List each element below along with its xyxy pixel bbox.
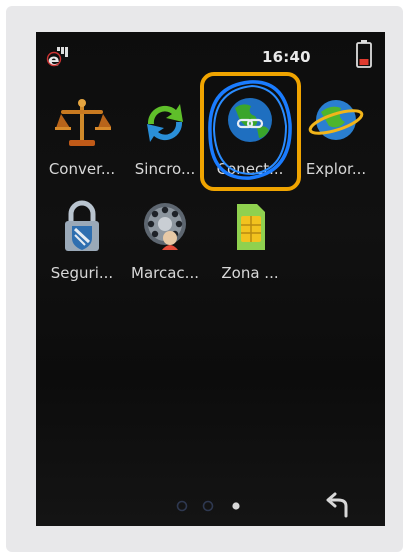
app-seguridad[interactable]: Seguri... (44, 198, 120, 298)
app-label: Sincro... (134, 160, 196, 178)
sync-arrows-icon (136, 94, 194, 152)
app-label: Marcac... (131, 264, 199, 282)
padlock-shield-icon (53, 198, 111, 256)
app-conversor[interactable]: Conver... (44, 94, 120, 194)
app-label: Zona ... (221, 264, 279, 282)
battery-low-icon (356, 40, 372, 68)
phone-screen: e 16:40 Conver... Sincro... Conect... Ex… (36, 32, 385, 526)
rotary-dial-icon (136, 198, 194, 256)
app-label: Seguri... (50, 264, 114, 282)
sim-card-icon (221, 198, 279, 256)
status-time: 16:40 (262, 48, 311, 66)
globe-orbit-icon (307, 94, 365, 152)
app-zona-sim[interactable]: Zona ... (212, 198, 288, 298)
app-sincronizar[interactable]: Sincro... (127, 94, 203, 194)
app-explorador[interactable]: Explor... (298, 94, 374, 194)
back-arrow-icon[interactable] (326, 492, 356, 518)
app-marcacion[interactable]: Marcac... (127, 198, 203, 298)
page-indicator[interactable] (172, 498, 252, 514)
app-label: Explor... (305, 160, 367, 178)
scales-icon (53, 94, 112, 152)
status-bar: e 16:40 (36, 32, 385, 76)
app-label: Conver... (48, 160, 116, 178)
data-e-icon: e (46, 47, 68, 68)
blue-circle-annotation (208, 80, 292, 180)
